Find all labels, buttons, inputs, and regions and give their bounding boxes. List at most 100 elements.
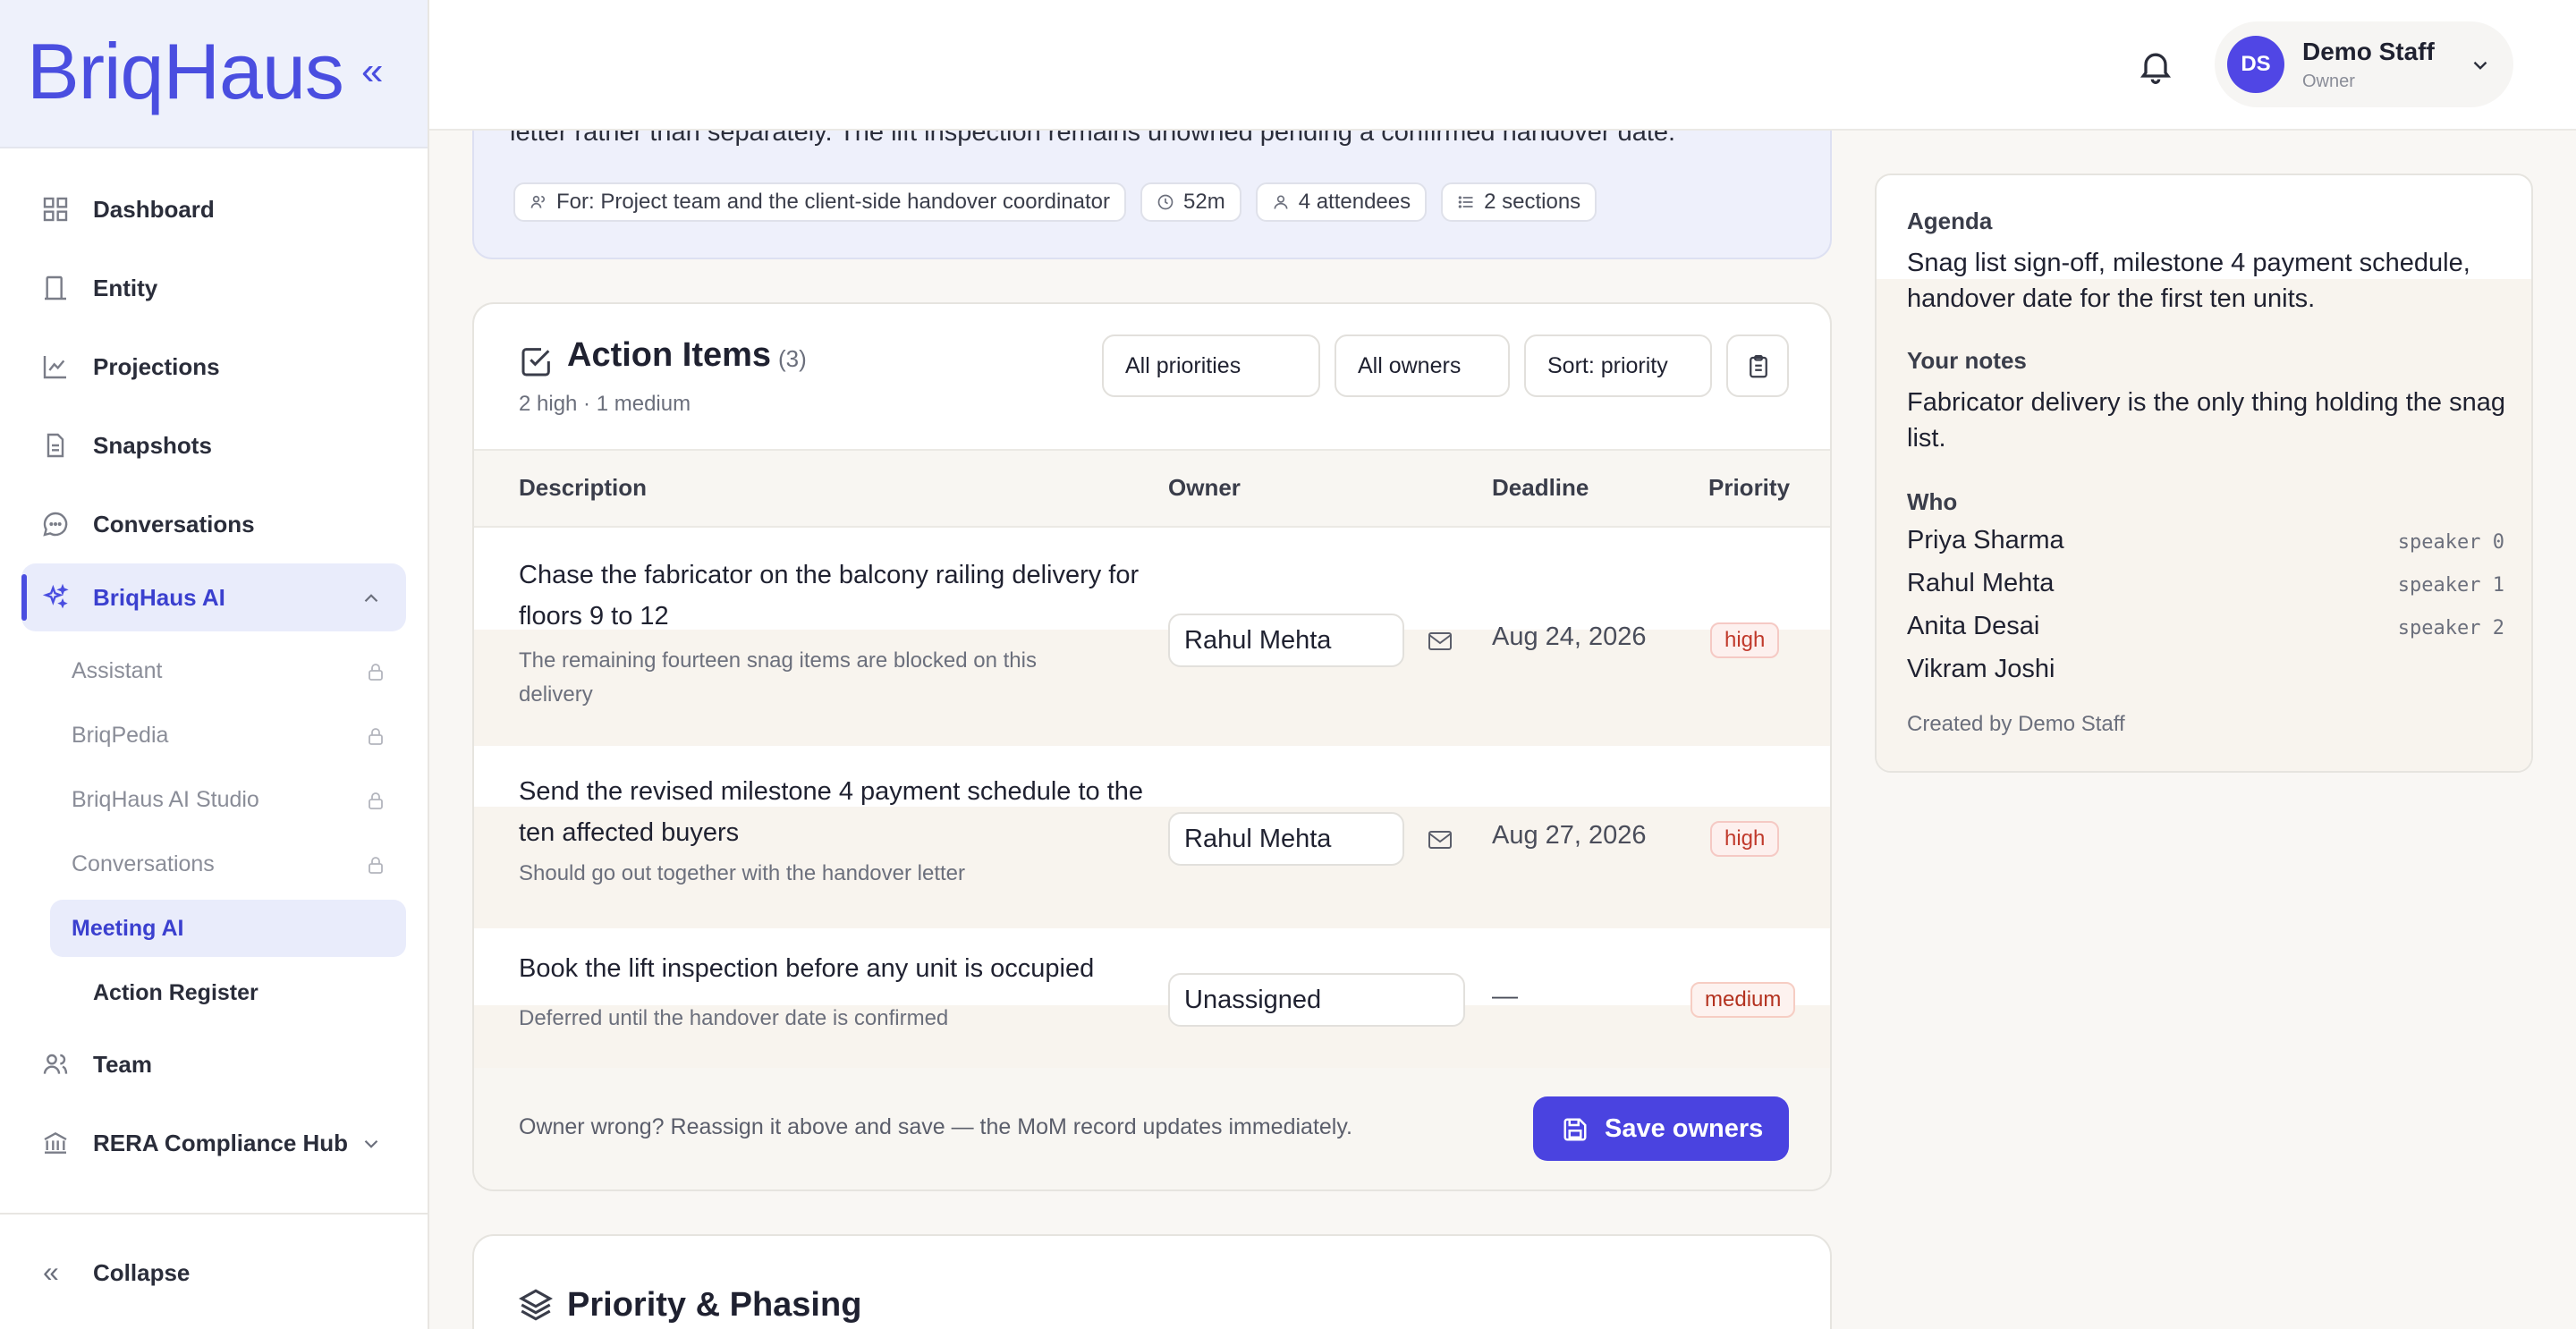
- who-label: Who: [1907, 488, 1958, 515]
- bell-icon[interactable]: [2136, 47, 2175, 86]
- attendee-name: Priya Sharma: [1907, 526, 2064, 554]
- owner-filter-select[interactable]: All owners: [1335, 334, 1510, 397]
- attendee-row: Vikram Joshi: [1907, 655, 2504, 690]
- save-icon: [1563, 1118, 1587, 1141]
- clock-icon: [1157, 194, 1174, 210]
- speaker-tag: speaker 0: [2397, 531, 2504, 554]
- user-name: Demo Staff: [2302, 38, 2435, 65]
- column-header-owner[interactable]: Owner: [1168, 474, 1241, 502]
- column-header-priority[interactable]: Priority: [1708, 474, 1790, 502]
- brand-logo[interactable]: BriqHaus: [27, 27, 344, 116]
- chip-label: 4 attendees: [1298, 190, 1411, 214]
- sidebar-item-projections[interactable]: Projections: [21, 333, 406, 401]
- sort-select[interactable]: Sort: priority: [1524, 334, 1712, 397]
- double-chevron-left-icon: «: [43, 1256, 59, 1288]
- action-items-card: Action Items (3) 2 high · 1 medium All p…: [472, 302, 1832, 1191]
- attendees-chip: 4 attendees: [1255, 182, 1428, 222]
- sidebar-item-conversations[interactable]: Conversations: [21, 490, 406, 558]
- column-header-description[interactable]: Description: [519, 474, 647, 502]
- sidebar-item-snapshots[interactable]: Snapshots: [21, 411, 406, 479]
- mail-icon[interactable]: [1428, 631, 1453, 651]
- sidebar-subitem-assistant[interactable]: Assistant: [50, 642, 406, 699]
- lock-icon: [369, 728, 383, 745]
- user-menu[interactable]: DS Demo Staff Owner: [2215, 21, 2513, 107]
- notes-label: Your notes: [1907, 347, 2027, 374]
- action-description: Book the lift inspection before any unit…: [519, 954, 1095, 983]
- item-count: (3): [778, 345, 807, 372]
- building-icon: [45, 275, 66, 301]
- deadline-value: —: [1492, 982, 1518, 1011]
- sidebar-collapse-icon[interactable]: «: [361, 52, 383, 91]
- layers-icon: [519, 1289, 553, 1321]
- owner-input[interactable]: Rahul Mehta: [1168, 812, 1404, 866]
- sidebar-item-label: BriqHaus AI: [93, 583, 225, 611]
- chip-label: 2 sections: [1484, 190, 1581, 214]
- chart-line-icon: [43, 356, 66, 379]
- sparkles-icon: [42, 583, 69, 609]
- action-note: The remaining fourteen snag items are bl…: [519, 648, 1037, 707]
- sidebar-item-label: Projections: [93, 352, 220, 380]
- list-icon: [1458, 196, 1473, 208]
- save-owners-label: Save owners: [1605, 1114, 1764, 1143]
- user-role: Owner: [2302, 72, 2355, 91]
- priority-phasing-card: Priority & Phasing: [472, 1234, 1832, 1329]
- chevron-up-icon[interactable]: [360, 587, 383, 610]
- sidebar-subitem-ai-studio[interactable]: BriqHaus AI Studio: [50, 771, 406, 828]
- sidebar-subitem-briqpedia[interactable]: BriqPedia: [50, 707, 406, 764]
- deadline-value: Aug 24, 2026: [1492, 622, 1647, 651]
- sidebar-footer[interactable]: « Collapse: [0, 1213, 428, 1329]
- sidebar-subitem-label: Conversations: [72, 851, 215, 876]
- lock-icon: [369, 857, 383, 874]
- created-by: Created by Demo Staff: [1907, 712, 2125, 736]
- sidebar-item-rera[interactable]: RERA Compliance Hub: [21, 1109, 406, 1177]
- sidebar-item-label: Dashboard: [93, 195, 215, 223]
- sidebar-subitem-conversations[interactable]: Conversations: [50, 835, 406, 893]
- sidebar-subitem-label: Meeting AI: [72, 916, 184, 941]
- table-row: Send the revised milestone 4 payment sch…: [474, 746, 1830, 928]
- section-title: Action Items: [567, 336, 772, 374]
- sidebar-subitem-meeting-ai[interactable]: Meeting AI: [50, 900, 406, 957]
- column-header-deadline[interactable]: Deadline: [1492, 474, 1589, 502]
- collapse-label: Collapse: [93, 1259, 191, 1286]
- users-icon: [530, 195, 546, 208]
- sidebar-subitem-action-register[interactable]: Action Register: [50, 964, 406, 1021]
- users-icon: [43, 1054, 68, 1074]
- owner-input[interactable]: Rahul Mehta: [1168, 614, 1404, 667]
- checkbox-icon: [521, 348, 550, 377]
- chip-label: For: Project team and the client-side ha…: [556, 190, 1110, 214]
- sidebar-subitem-label: BriqHaus AI Studio: [72, 787, 259, 812]
- duration-chip: 52m: [1140, 182, 1241, 222]
- table-row: Chase the fabricator on the balcony rail…: [474, 528, 1830, 746]
- sidebar-item-team[interactable]: Team: [21, 1030, 406, 1098]
- chevron-down-icon: [2473, 61, 2487, 70]
- save-owners-button[interactable]: Save owners: [1533, 1096, 1789, 1161]
- priority-filter-select[interactable]: All priorities: [1102, 334, 1320, 397]
- lock-icon: [369, 792, 383, 809]
- sidebar-item-dashboard[interactable]: Dashboard: [21, 175, 406, 243]
- sidebar-item-label: RERA Compliance Hub: [93, 1129, 349, 1156]
- user-icon: [1274, 195, 1288, 209]
- priority-summary: 2 high · 1 medium: [519, 392, 691, 416]
- sidebar-subitem-label: BriqPedia: [72, 723, 169, 748]
- active-indicator: [21, 574, 27, 621]
- owner-input[interactable]: Unassigned: [1168, 973, 1465, 1027]
- attendee-name: Vikram Joshi: [1907, 655, 2055, 683]
- brand-header: BriqHaus «: [0, 0, 428, 148]
- agenda-text: Snag list sign-off, milestone 4 payment …: [1907, 249, 2470, 313]
- sidebar-item-entity[interactable]: Entity: [21, 254, 406, 322]
- section-title: Priority & Phasing: [567, 1286, 862, 1324]
- mail-icon[interactable]: [1428, 830, 1453, 850]
- chevron-down-icon[interactable]: [360, 1132, 383, 1155]
- sidebar-subitem-label: Assistant: [72, 658, 163, 683]
- copy-button[interactable]: [1726, 334, 1789, 397]
- meeting-details-panel: Agenda Snag list sign-off, milestone 4 p…: [1875, 174, 2533, 773]
- sidebar: BriqHaus « Dashboard Entity Projections …: [0, 0, 429, 1329]
- priority-badge: medium: [1690, 982, 1796, 1018]
- grid-icon: [43, 197, 68, 222]
- action-note: Deferred until the handover date is conf…: [519, 1006, 949, 1030]
- action-items-footer: Owner wrong? Reassign it above and save …: [474, 1068, 1830, 1189]
- agenda-label: Agenda: [1907, 207, 1993, 234]
- meeting-meta-chips: For: Project team and the client-side ha…: [513, 182, 1597, 222]
- sidebar-item-briqhaus-ai[interactable]: BriqHaus AI: [21, 563, 406, 631]
- attendee-name: Anita Desai: [1907, 612, 2040, 640]
